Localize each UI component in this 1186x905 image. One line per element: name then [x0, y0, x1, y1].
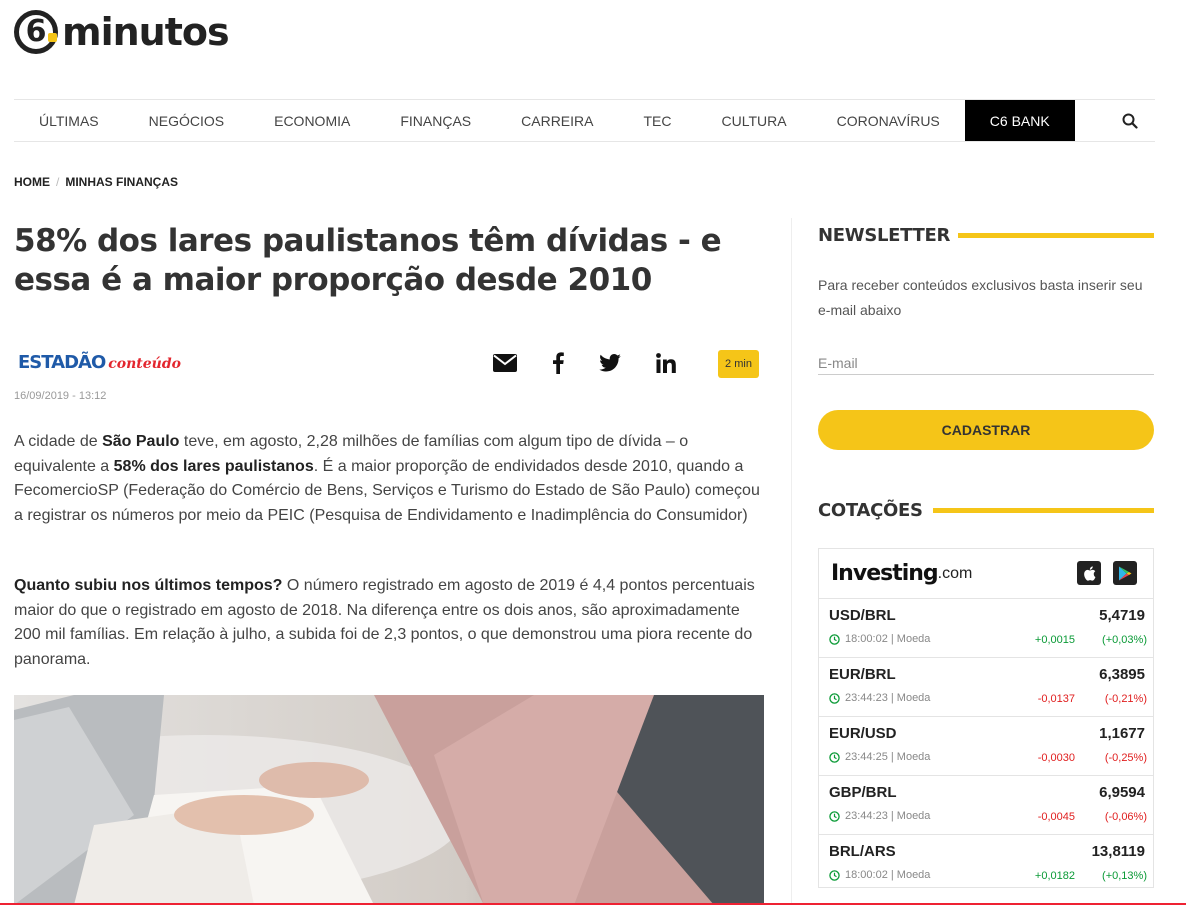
clock-icon	[829, 751, 840, 763]
main-nav: ÚLTIMAS NEGÓCIOS ECONOMIA FINANÇAS CARRE…	[14, 99, 1155, 142]
quote-pair[interactable]: EUR/USD	[829, 725, 897, 742]
nav-item-coronavirus[interactable]: CORONAVÍRUS	[812, 100, 965, 141]
nav-item-carreira[interactable]: CARREIRA	[496, 100, 618, 141]
quote-change-percent: (-0,06%)	[1104, 811, 1147, 823]
quote-pair[interactable]: EUR/BRL	[829, 666, 896, 683]
source-logo-main: ESTADÃO	[18, 352, 106, 373]
investing-logo[interactable]: Investing	[831, 561, 939, 586]
linkedin-icon[interactable]	[655, 350, 677, 376]
newsletter-heading-underline	[958, 233, 1154, 238]
clock-icon	[829, 692, 840, 704]
source-logo: ESTADÃO conteúdo	[18, 352, 181, 373]
quote-price: 6,9594	[1099, 784, 1145, 801]
article-date: 16/09/2019 - 13:12	[14, 390, 107, 402]
quotes-heading: COTAÇÕES	[818, 500, 923, 521]
article-paragraph-1: A cidade de São Paulo teve, em agosto, 2…	[14, 430, 764, 528]
email-field[interactable]	[818, 352, 1154, 375]
quote-row[interactable]: BRL/ARS 13,8119 18:00:02 | Moeda +0,0182 (+0…	[819, 835, 1153, 893]
quotes-heading-underline	[933, 508, 1154, 513]
investing-logo-suffix: .com	[937, 564, 973, 582]
quote-meta: 18:00:02 | Moeda	[829, 633, 930, 645]
quote-meta: 23:44:25 | Moeda	[829, 751, 930, 763]
search-icon[interactable]	[1105, 100, 1155, 141]
quote-change-percent: (-0,25%)	[1104, 752, 1147, 764]
apple-icon[interactable]	[1077, 561, 1101, 585]
quotes-widget-header: Investing .com	[819, 549, 1153, 599]
quote-meta: 23:44:23 | Moeda	[829, 692, 930, 704]
quote-row[interactable]: EUR/BRL 6,3895 23:44:23 | Moeda -0,0137 (-0,…	[819, 658, 1153, 717]
twitter-icon[interactable]	[598, 350, 622, 376]
nav-item-negocios[interactable]: NEGÓCIOS	[124, 100, 249, 141]
site-logo[interactable]: 6 minutos	[14, 10, 230, 54]
facebook-icon[interactable]	[549, 350, 567, 376]
sidebar-divider	[791, 218, 792, 905]
logo-dot	[48, 33, 57, 42]
clock-icon	[829, 633, 840, 645]
quote-change-percent: (+0,13%)	[1102, 870, 1147, 882]
quote-change-percent: (-0,21%)	[1104, 693, 1147, 705]
nav-item-economia[interactable]: ECONOMIA	[249, 100, 375, 141]
nav-item-financas[interactable]: FINANÇAS	[375, 100, 496, 141]
quote-row[interactable]: USD/BRL 5,4719 18:00:02 | Moeda +0,0015 (+0,…	[819, 599, 1153, 658]
quote-change: +0,0015	[1034, 634, 1075, 646]
newsletter-heading: NEWSLETTER	[818, 225, 951, 246]
quote-price: 5,4719	[1099, 607, 1145, 624]
quote-change: -0,0137	[1037, 693, 1075, 705]
google-play-icon[interactable]	[1113, 561, 1137, 585]
quote-time: 18:00:02 | Moeda	[845, 869, 931, 881]
logo-mark: 6	[14, 10, 58, 54]
paragraph-bold: São Paulo	[102, 433, 180, 450]
quote-row[interactable]: EUR/USD 1,1677 23:44:25 | Moeda -0,0030 (-0,…	[819, 717, 1153, 776]
breadcrumb-section[interactable]: MINHAS FINANÇAS	[65, 175, 178, 189]
article-paragraph-2: Quanto subiu nos últimos tempos? O númer…	[14, 574, 764, 672]
quote-pair[interactable]: GBP/BRL	[829, 784, 897, 801]
quote-row[interactable]: GBP/BRL 6,9594 23:44:23 | Moeda -0,0045 (-0,…	[819, 776, 1153, 835]
nav-item-cultura[interactable]: CULTURA	[697, 100, 812, 141]
quote-meta: 18:00:02 | Moeda	[829, 869, 930, 881]
quote-meta: 23:44:23 | Moeda	[829, 810, 930, 822]
logo-digit: 6	[25, 14, 47, 49]
nav-item-ultimas[interactable]: ÚLTIMAS	[14, 100, 124, 141]
paragraph-bold: 58% dos lares paulistanos	[113, 457, 314, 475]
quote-change: +0,0182	[1034, 870, 1075, 882]
quotes-widget: Investing .com USD/BRL 5,4719 18:00:02 | Mo…	[818, 548, 1154, 888]
quote-time: 23:44:23 | Moeda	[845, 810, 931, 822]
quote-pair[interactable]: BRL/ARS	[829, 843, 896, 860]
article-title: 58% dos lares paulistanos têm dívidas - …	[14, 223, 722, 298]
breadcrumb-home[interactable]: HOME	[14, 175, 50, 189]
quote-price: 6,3895	[1099, 666, 1145, 683]
logo-text: minutos	[62, 10, 230, 54]
quote-change: -0,0045	[1037, 811, 1075, 823]
quote-list: USD/BRL 5,4719 18:00:02 | Moeda +0,0015 (+0,…	[819, 599, 1153, 893]
quote-price: 13,8119	[1091, 843, 1145, 860]
quote-change: -0,0030	[1037, 752, 1075, 764]
quote-change-percent: (+0,03%)	[1102, 634, 1147, 646]
email-icon[interactable]	[492, 350, 518, 376]
breadcrumb-separator: /	[56, 175, 60, 189]
quote-pair[interactable]: USD/BRL	[829, 607, 896, 624]
paragraph-text: A cidade de	[14, 433, 103, 450]
paragraph-bold: Quanto subiu nos últimos tempos?	[14, 577, 283, 594]
nav-item-c6-bank[interactable]: C6 BANK	[964, 100, 1075, 141]
newsletter-text: Para receber conteúdos exclusivos basta …	[818, 277, 1143, 318]
clock-icon	[829, 869, 840, 881]
quote-time: 18:00:02 | Moeda	[845, 633, 931, 645]
cadastrar-button[interactable]: CADASTRAR	[818, 410, 1154, 450]
quote-time: 23:44:25 | Moeda	[845, 751, 931, 763]
breadcrumb: HOME / MINHAS FINANÇAS	[14, 175, 178, 189]
clock-icon	[829, 810, 840, 822]
quote-time: 23:44:23 | Moeda	[845, 692, 931, 704]
article-hero-photo	[14, 695, 764, 905]
quote-price: 1,1677	[1099, 725, 1145, 742]
read-time-badge: 2 min	[718, 350, 759, 378]
source-logo-sub: conteúdo	[108, 356, 181, 372]
nav-item-tec[interactable]: TEC	[619, 100, 697, 141]
